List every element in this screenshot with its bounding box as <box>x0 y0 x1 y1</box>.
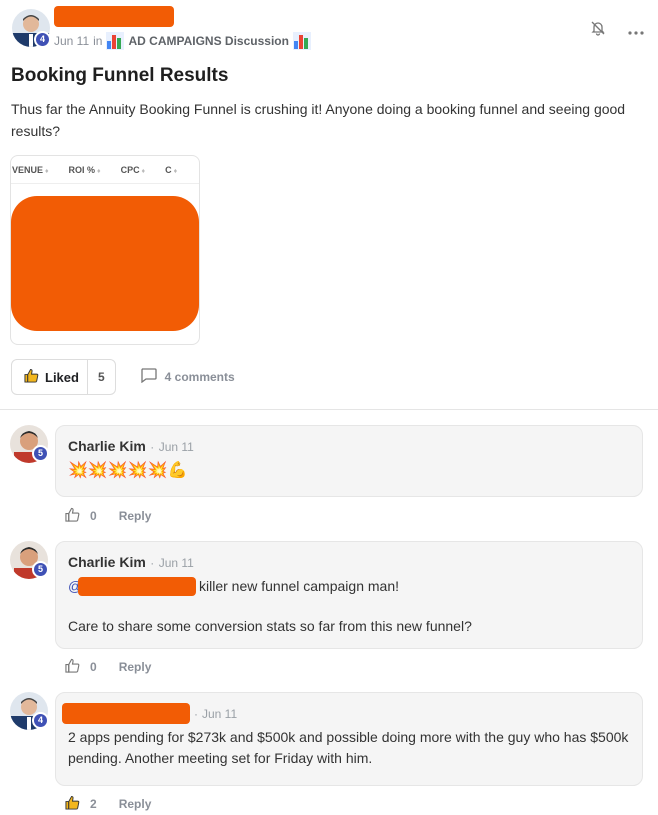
comment-date: Jun 11 <box>202 707 238 721</box>
commenter-level-badge: 5 <box>32 561 49 578</box>
post-title: Booking Funnel Results <box>11 65 229 86</box>
in-label: in <box>93 34 103 48</box>
bar-chart-icon <box>106 32 125 50</box>
reply-button[interactable]: Reply <box>119 797 152 811</box>
author-name-redacted[interactable] <box>54 6 174 27</box>
comment-emojis: 💥💥💥💥💥💪 <box>68 462 188 479</box>
like-button[interactable]: Liked 5 <box>11 359 116 395</box>
col-venue: VENUE <box>12 165 49 183</box>
comment: 4 · Jun 11 2 apps pending for $273k and … <box>10 692 644 812</box>
comment: 5 Charlie Kim · Jun 11 💥💥💥💥💥💪 0 Reply <box>10 425 644 525</box>
comment-like-count: 0 <box>90 660 97 674</box>
thumbs-up-icon[interactable] <box>65 795 80 813</box>
comment-date-sep: · <box>150 556 155 570</box>
comment-like-count: 2 <box>90 797 97 811</box>
comment: 5 Charlie Kim · Jun 11 @ killer new funn… <box>10 541 644 676</box>
commenter-name[interactable]: Charlie Kim <box>68 438 146 454</box>
post-actions: Liked 5 4 comments <box>11 359 235 395</box>
commenter-level-badge: 5 <box>32 445 49 462</box>
col-roi: ROI % <box>69 165 101 183</box>
thumbs-up-icon[interactable] <box>65 658 80 676</box>
comment-bubble: Charlie Kim · Jun 11 💥💥💥💥💥💪 <box>55 425 643 497</box>
comment-text-1: killer new funnel campaign man! <box>199 578 399 594</box>
comment-text-2: Care to share some conversion stats so f… <box>68 618 472 634</box>
comment-text: 2 apps pending for $273k and $500k and p… <box>68 729 629 766</box>
more-icon[interactable] <box>628 22 644 40</box>
comment-actions: 0 Reply <box>65 658 151 676</box>
comments-link[interactable]: 4 comments <box>140 368 235 386</box>
comment-date-sep: · <box>150 440 155 454</box>
attachment-table-header: VENUE ROI % CPC C <box>11 156 199 184</box>
comment-like-count: 0 <box>90 509 97 523</box>
comment-date: Jun 11 <box>158 440 194 454</box>
attachment-image[interactable]: VENUE ROI % CPC C <box>10 155 200 345</box>
col-cpc: CPC <box>121 165 146 183</box>
comment-date-sep: · <box>194 707 198 721</box>
post-header: 4 Jun 11 in AD CAMPAIGNS Discussion <box>10 6 650 56</box>
post-date: Jun 11 <box>54 34 90 48</box>
comment-date: Jun 11 <box>158 556 194 570</box>
commenter-name[interactable]: Charlie Kim <box>68 554 146 570</box>
attachment-redacted <box>11 196 199 331</box>
commenter-name-redacted[interactable] <box>62 703 190 724</box>
comment-line-1: @ killer new funnel campaign man! <box>68 576 630 597</box>
comment-icon <box>140 368 157 386</box>
like-count[interactable]: 5 <box>88 370 115 384</box>
bell-off-icon[interactable] <box>590 20 606 41</box>
thumbs-up-icon <box>24 368 39 386</box>
comment-bubble: · Jun 11 2 apps pending for $273k and $5… <box>55 692 643 786</box>
bar-chart-icon <box>292 32 311 50</box>
comment-actions: 2 Reply <box>65 795 151 813</box>
post-meta: Jun 11 in AD CAMPAIGNS Discussion <box>54 32 311 50</box>
divider <box>0 409 658 410</box>
thumbs-up-icon[interactable] <box>65 507 80 525</box>
reply-button[interactable]: Reply <box>119 509 152 523</box>
author-level-badge: 4 <box>34 31 51 48</box>
comment-actions: 0 Reply <box>65 507 151 525</box>
comment-bubble: Charlie Kim · Jun 11 @ killer new funnel… <box>55 541 643 649</box>
post-body: Thus far the Annuity Booking Funnel is c… <box>11 101 626 139</box>
comments-count-label: 4 comments <box>164 370 235 384</box>
liked-label: Liked <box>45 369 79 385</box>
category-link[interactable]: AD CAMPAIGNS Discussion <box>128 34 288 48</box>
mention-redacted[interactable] <box>78 577 196 596</box>
commenter-level-badge: 4 <box>32 712 49 729</box>
col-c: C <box>165 165 177 183</box>
reply-button[interactable]: Reply <box>119 660 152 674</box>
